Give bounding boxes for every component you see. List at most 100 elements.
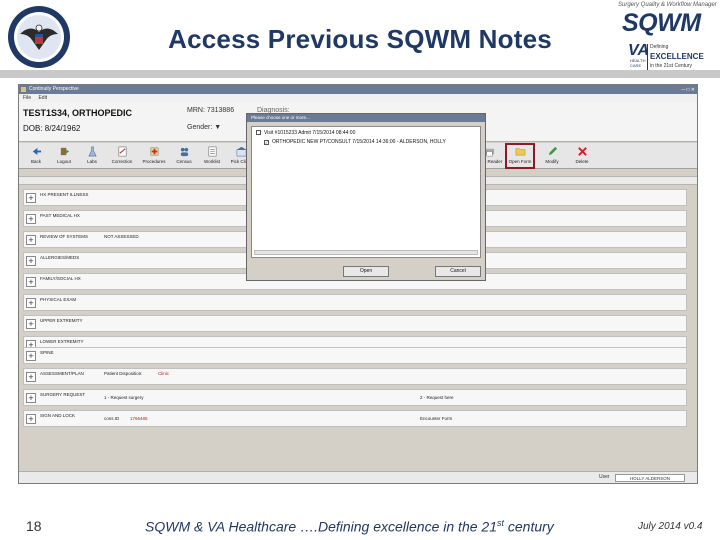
correction-icon [118, 146, 126, 157]
labs-button[interactable]: Labs [79, 144, 105, 168]
dialog-cancel-button[interactable]: Cancel [435, 266, 481, 277]
back-button[interactable]: Back [23, 144, 49, 168]
logo-defining: Defining [650, 44, 669, 50]
section-row[interactable]: + SPINE [23, 347, 687, 364]
expand-plus-icon[interactable]: + [26, 277, 36, 287]
section-value-highlight: 1766485 [130, 416, 148, 421]
slide: Access Previous SQWM Notes Surgery Quali… [0, 0, 720, 540]
app-titlebar: Continuity Perspective ─ □ ✕ [19, 85, 697, 94]
patient-mrn: MRN: 7313886 [187, 107, 235, 114]
logout-icon [60, 147, 69, 156]
section-label: SURGERY REQUEST [40, 392, 86, 397]
modify-label: Modify [545, 159, 559, 164]
section-label: ASSESSMENT/PLAN [40, 371, 84, 376]
section-right-value: 2 - Request here [420, 395, 454, 400]
back-label: Back [30, 159, 41, 164]
logo-excellence: EXCELLENCE [650, 52, 704, 61]
section-label: REVIEW OF SYSTEMS [40, 234, 89, 239]
dialog-title: Please choose one or more... [247, 114, 485, 122]
logout-button[interactable]: Logout [51, 144, 77, 168]
patient-name: TEST1S34, ORTHOPEDIC [23, 108, 133, 118]
section-value: Patient Disposition: [104, 371, 143, 376]
census-button[interactable]: Census [171, 144, 197, 168]
logo-tagline: Surgery Quality & Workflow Manager [618, 2, 717, 8]
expand-plus-icon[interactable]: + [26, 414, 36, 424]
section-label: ALLERGIES/MEDS [40, 255, 80, 260]
dialog-open-button[interactable]: Open [343, 266, 389, 277]
section-label: PAST MEDICAL HX [40, 213, 80, 218]
labs-icon [87, 146, 97, 157]
logo-va-sub-line: CARE [630, 63, 642, 68]
menu-edit[interactable]: Edit [38, 95, 47, 101]
procedures-button[interactable]: Procedures [139, 144, 169, 168]
pick-clinic-icon [236, 146, 246, 157]
expand-plus-icon[interactable]: + [26, 235, 36, 245]
worklist-label: Worklist [204, 159, 220, 164]
delete-button[interactable]: Delete [569, 144, 595, 168]
delete-icon [577, 147, 587, 156]
patient-dob: DOB: 8/24/1962 [23, 124, 81, 133]
expand-plus-icon[interactable]: + [26, 372, 36, 382]
section-value: cons.ID [104, 416, 120, 421]
footer-page-number: 18 [26, 518, 42, 534]
app-icon [21, 87, 26, 92]
section-label: HX PRESENT ILLNESS [40, 192, 89, 197]
open-form-highlight [505, 143, 535, 169]
logo-divider [647, 44, 648, 70]
delete-label: Delete [575, 159, 589, 164]
section-row[interactable]: + ASSESSMENT/PLAN Patient Disposition: C… [23, 368, 687, 385]
worklist-icon [208, 146, 216, 157]
header-divider-band [0, 70, 720, 78]
section-label: UPPER EXTREMITY [40, 318, 83, 323]
menu-file[interactable]: File [23, 95, 31, 101]
correction-button[interactable]: Correction [107, 144, 137, 168]
app-title: Continuity Perspective [29, 86, 79, 92]
dialog-horizontal-scrollbar[interactable] [254, 250, 478, 255]
checkbox-checked[interactable]: ✓ [264, 140, 269, 145]
section-value: 1 - Request surgery [104, 395, 144, 400]
status-bar: User HOLLY ALDERSON [19, 471, 697, 483]
footer-text-sup: st [496, 518, 504, 528]
section-value: NOT ASSESSED [104, 234, 139, 239]
expand-plus-icon[interactable]: + [26, 193, 36, 203]
census-label: Census [176, 159, 192, 164]
status-user-field: HOLLY ALDERSON [615, 474, 685, 482]
dialog-item-text: Visit #1015233 Admit 7/15/2014 08:44:00 [264, 130, 356, 136]
dialog-list-item[interactable]: Visit #1015233 Admit 7/15/2014 08:44:00 [256, 130, 355, 136]
slide-title: Access Previous SQWM Notes [168, 24, 552, 54]
expand-plus-icon[interactable]: + [26, 393, 36, 403]
labs-label: Labs [87, 159, 97, 164]
footer-text-end: century [504, 518, 554, 535]
status-user-label: User [599, 474, 610, 480]
expand-plus-icon[interactable]: + [26, 298, 36, 308]
procedures-label: Procedures [142, 159, 166, 164]
section-row[interactable]: + PHYSICAL EXAM [23, 294, 687, 311]
footer-text-main: SQWM & VA Healthcare ….Defining excellen… [145, 518, 497, 535]
expand-plus-icon[interactable]: + [26, 351, 36, 361]
section-row[interactable]: + SIGN AND LOCK cons.ID 1766485 Encounte… [23, 410, 687, 427]
dialog-list-item[interactable]: ✓ ORTHOPEDIC NEW PT/CONSULT 7/15/2014 14:… [264, 139, 446, 145]
dialog-note-list: Visit #1015233 Admit 7/15/2014 08:44:00 … [251, 126, 481, 258]
census-icon [180, 147, 188, 157]
dialog-item-text: ORTHOPEDIC NEW PT/CONSULT 7/15/2014 14:3… [272, 139, 446, 145]
back-arrow-icon [32, 147, 41, 156]
app-menubar: File Edit [19, 94, 697, 102]
expand-plus-icon[interactable]: + [26, 214, 36, 224]
section-value-highlight: Clinic [158, 371, 170, 376]
patient-gender: Gender: ▼ [187, 124, 222, 131]
logo-va-sub: HEALTH CARE [630, 58, 645, 68]
worklist-button[interactable]: Worklist [199, 144, 225, 168]
section-label: SPINE [40, 350, 54, 355]
checkbox[interactable] [256, 130, 261, 135]
logout-label: Logout [57, 159, 71, 164]
section-label: PHYSICAL EXAM [40, 297, 77, 302]
modify-button[interactable]: Modify [539, 144, 565, 168]
section-row[interactable]: + UPPER EXTREMITY [23, 315, 687, 332]
expand-plus-icon[interactable]: + [26, 319, 36, 329]
footer-text: SQWM & VA Healthcare ….Defining excellen… [145, 518, 554, 535]
expand-plus-icon[interactable]: + [26, 256, 36, 266]
section-right-value: Encounter Form [420, 416, 453, 421]
logo-century: in the 21st Century [650, 63, 692, 69]
footer-date: July 2014 v0.4 [638, 521, 703, 532]
section-row[interactable]: + SURGERY REQUEST 1 - Request surgery 2 … [23, 389, 687, 406]
